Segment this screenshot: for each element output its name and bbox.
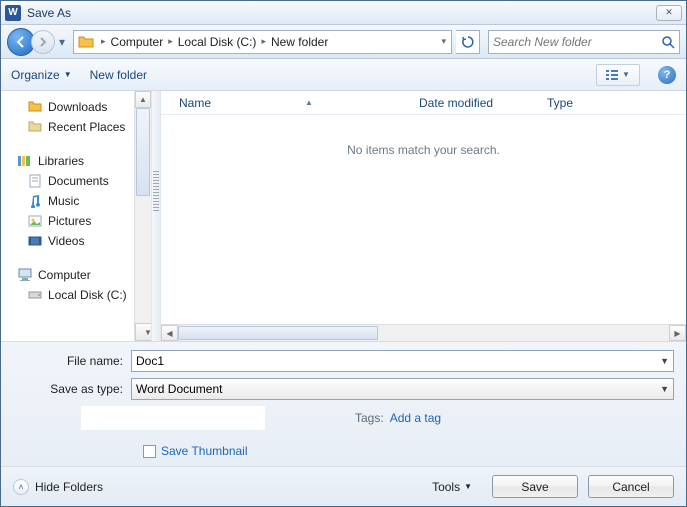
scroll-up[interactable]: ▲ — [135, 91, 151, 108]
new-folder-button[interactable]: New folder — [90, 68, 147, 82]
views-button[interactable]: ▼ — [596, 64, 640, 86]
column-headers: Name▲ Date modified Type — [161, 91, 686, 115]
window-title: Save As — [27, 6, 71, 20]
save-fields: File name: ▼ Save as type: Word Document… — [1, 342, 686, 466]
hscroll-thumb[interactable] — [178, 326, 378, 340]
sort-arrow-icon: ▲ — [305, 98, 313, 107]
tree-documents[interactable]: Documents — [11, 171, 151, 191]
nav-bar: ▾ ▸ Computer ▸ Local Disk (C:) ▸ New fol… — [1, 25, 686, 59]
tree-music[interactable]: Music — [11, 191, 151, 211]
close-button[interactable]: ✕ — [656, 5, 682, 21]
add-tag-link[interactable]: Add a tag — [390, 411, 441, 425]
scroll-down[interactable]: ▼ — [135, 323, 151, 341]
title-bar: W Save As ✕ — [1, 1, 686, 25]
save-button[interactable]: Save — [492, 475, 578, 498]
toolbar: Organize ▼ New folder ▼ ? — [1, 59, 686, 91]
authors-box[interactable] — [81, 406, 265, 430]
tree-localdisk[interactable]: Local Disk (C:) — [11, 285, 151, 305]
pictures-icon — [27, 213, 43, 229]
tree-downloads[interactable]: Downloads — [11, 97, 151, 117]
tools-button[interactable]: Tools ▼ — [432, 480, 472, 494]
breadcrumb-bar[interactable]: ▸ Computer ▸ Local Disk (C:) ▸ New folde… — [73, 30, 452, 54]
scroll-right[interactable]: ▶ — [669, 325, 686, 341]
cancel-button[interactable]: Cancel — [588, 475, 674, 498]
computer-icon — [17, 267, 33, 283]
footer: ˄ Hide Folders Tools ▼ Save Cancel — [1, 466, 686, 506]
tree-pictures[interactable]: Pictures — [11, 211, 151, 231]
tree-recent[interactable]: Recent Places — [11, 117, 151, 137]
h-scrollbar[interactable]: ◀ ▶ — [161, 324, 686, 341]
videos-icon — [27, 233, 43, 249]
saveastype-value: Word Document — [136, 382, 660, 396]
col-type[interactable]: Type — [547, 96, 686, 110]
saveastype-combo[interactable]: Word Document ▼ — [131, 378, 674, 400]
filename-dropdown[interactable]: ▼ — [660, 356, 669, 366]
search-input[interactable] — [493, 35, 661, 49]
search-icon[interactable] — [661, 35, 675, 49]
forward-button[interactable] — [31, 30, 55, 54]
help-button[interactable]: ? — [658, 66, 676, 84]
col-date[interactable]: Date modified — [419, 96, 547, 110]
tree-computer[interactable]: Computer — [11, 265, 151, 285]
scroll-left[interactable]: ◀ — [161, 325, 178, 341]
splitter[interactable] — [151, 91, 161, 341]
libraries-icon — [17, 153, 33, 169]
filename-label: File name: — [13, 354, 131, 368]
recent-icon — [27, 119, 43, 135]
refresh-button[interactable] — [456, 30, 480, 54]
hide-folders-button[interactable]: ˄ Hide Folders — [13, 479, 103, 495]
folder-icon — [78, 34, 96, 50]
tree-scrollbar[interactable]: ▲ ▼ — [134, 91, 151, 341]
tree-videos[interactable]: Videos — [11, 231, 151, 251]
documents-icon — [27, 173, 43, 189]
filename-input[interactable] — [136, 354, 660, 368]
saveastype-dropdown[interactable]: ▼ — [660, 384, 669, 394]
downloads-icon — [27, 99, 43, 115]
file-pane: Name▲ Date modified Type No items match … — [161, 91, 686, 341]
col-name[interactable]: Name▲ — [179, 96, 419, 110]
scroll-thumb[interactable] — [136, 108, 150, 196]
saveastype-label: Save as type: — [13, 382, 131, 396]
tags-label: Tags: — [355, 411, 384, 425]
music-icon — [27, 193, 43, 209]
drive-icon — [27, 287, 43, 303]
crumb-localdisk[interactable]: Local Disk (C:) — [176, 35, 259, 49]
chevron-up-icon: ˄ — [13, 479, 29, 495]
history-dropdown[interactable]: ▾ — [55, 35, 69, 49]
organize-button[interactable]: Organize ▼ — [11, 68, 72, 82]
tree-libraries[interactable]: Libraries — [11, 151, 151, 171]
crumb-computer[interactable]: Computer — [109, 35, 166, 49]
search-box[interactable] — [488, 30, 680, 54]
folder-tree[interactable]: Downloads Recent Places Libraries Docume… — [1, 91, 151, 341]
crumb-newfolder[interactable]: New folder — [269, 35, 330, 49]
checkbox-icon[interactable] — [143, 445, 156, 458]
save-thumbnail-checkbox[interactable]: Save Thumbnail — [143, 444, 674, 458]
word-icon: W — [5, 5, 21, 21]
filename-combo[interactable]: ▼ — [131, 350, 674, 372]
empty-message: No items match your search. — [161, 115, 686, 324]
